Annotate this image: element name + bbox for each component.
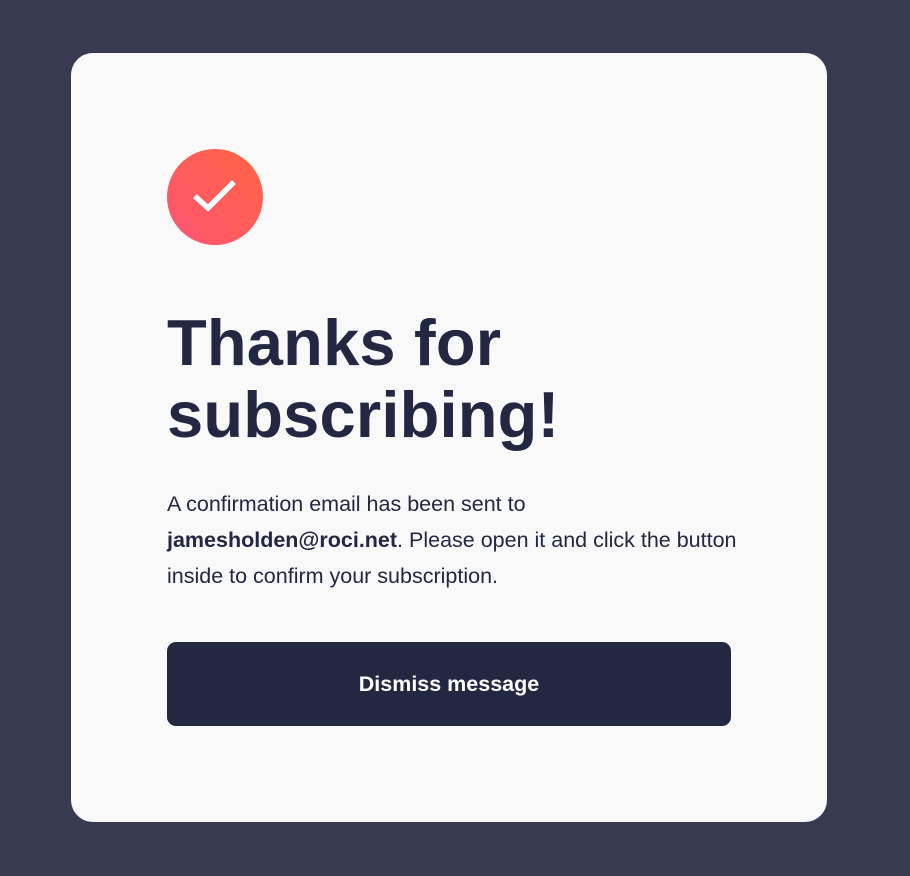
confirmation-message: A confirmation email has been sent to ja…: [167, 486, 737, 594]
confirmation-card: Thanks for subscribing! A confirmation e…: [71, 53, 827, 822]
confirmation-title: Thanks for subscribing!: [167, 306, 560, 451]
checkmark-icon: [193, 180, 236, 212]
message-intro: A confirmation email has been sent to: [167, 492, 526, 516]
success-badge: [167, 149, 263, 245]
dismiss-message-button[interactable]: Dismiss message: [167, 642, 731, 726]
subscriber-email: jamesholden@roci.net: [167, 528, 398, 552]
